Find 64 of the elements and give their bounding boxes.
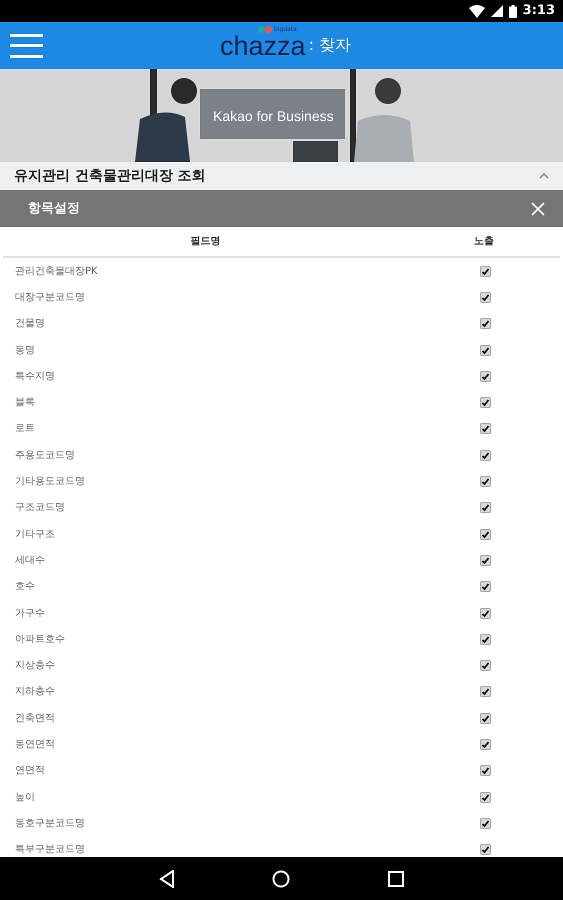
checkbox[interactable] xyxy=(480,660,491,672)
recents-icon[interactable] xyxy=(388,870,404,886)
field-label: 동명 xyxy=(14,344,36,358)
checkbox[interactable] xyxy=(480,634,491,645)
dialog-title: 항목설정 xyxy=(28,200,80,218)
checkbox[interactable] xyxy=(480,712,491,724)
page-title: 유지관리 건축물관리대장 조회 xyxy=(14,166,206,186)
checkbox[interactable] xyxy=(480,844,491,856)
field-label: 관리건축물대장PK xyxy=(14,264,99,279)
checkbox[interactable] xyxy=(480,318,491,330)
field-label: 동호구분코드명 xyxy=(14,816,86,831)
checkbox[interactable] xyxy=(480,423,491,434)
field-label: 세대수 xyxy=(14,554,46,568)
checkbox[interactable] xyxy=(480,765,491,776)
checkbox[interactable] xyxy=(480,792,491,803)
signal-icon xyxy=(490,5,503,17)
checkbox[interactable] xyxy=(480,450,491,461)
field-label: 높이 xyxy=(14,790,36,805)
checkbox[interactable] xyxy=(480,686,491,698)
column-header: 필드명 xyxy=(190,235,222,249)
checkbox[interactable] xyxy=(480,502,491,514)
field-label: 특수지명 xyxy=(14,370,56,384)
battery-icon xyxy=(508,4,517,18)
field-label: 가구수 xyxy=(14,606,46,620)
field-label: 건축면적 xyxy=(14,712,56,726)
field-label: 로트 xyxy=(14,422,36,436)
field-label: 기타용도코드명 xyxy=(14,475,86,490)
checkbox[interactable] xyxy=(480,608,491,618)
logo-subtitle: : 찾자 xyxy=(308,34,352,56)
field-label: 기타구조 xyxy=(14,528,56,542)
home-icon[interactable] xyxy=(272,870,290,888)
caret-icon xyxy=(539,173,549,179)
checkbox[interactable] xyxy=(480,292,491,303)
field-label: 구조코드명 xyxy=(14,501,66,516)
field-label: 건물명 xyxy=(14,317,46,332)
field-label: 연면적 xyxy=(14,764,46,778)
column-header: 노출 xyxy=(473,235,495,249)
field-label: 지상층수 xyxy=(14,659,56,674)
clock-time: 3:13 xyxy=(522,2,555,20)
field-label: 블록 xyxy=(14,396,36,410)
wifi-icon xyxy=(468,4,485,18)
field-label: 동연면적 xyxy=(14,738,56,752)
checkbox[interactable] xyxy=(480,476,491,488)
field-label: 주용도코드명 xyxy=(14,448,76,463)
checkbox[interactable] xyxy=(480,370,491,382)
checkbox[interactable] xyxy=(480,738,491,750)
field-label: 대장구분코드명 xyxy=(14,290,86,305)
checkbox[interactable] xyxy=(480,581,491,592)
field-label: 지하층수 xyxy=(14,685,56,700)
checkbox[interactable] xyxy=(480,818,491,829)
field-label: 특부구분코드명 xyxy=(14,843,86,857)
checkbox[interactable] xyxy=(480,397,491,408)
checkbox[interactable] xyxy=(480,528,491,540)
logo-text: chazza xyxy=(220,33,306,59)
back-icon[interactable] xyxy=(158,870,175,888)
checkbox[interactable] xyxy=(480,344,491,356)
checkbox[interactable] xyxy=(480,554,491,566)
field-label: 호수 xyxy=(14,580,36,594)
menu-icon[interactable] xyxy=(10,32,43,60)
field-label: 아파트호수 xyxy=(14,632,66,647)
dots-icon xyxy=(258,26,272,33)
banner-caption: Kakao for Business xyxy=(213,107,334,126)
close-icon[interactable] xyxy=(531,202,545,216)
checkbox[interactable] xyxy=(480,266,491,277)
